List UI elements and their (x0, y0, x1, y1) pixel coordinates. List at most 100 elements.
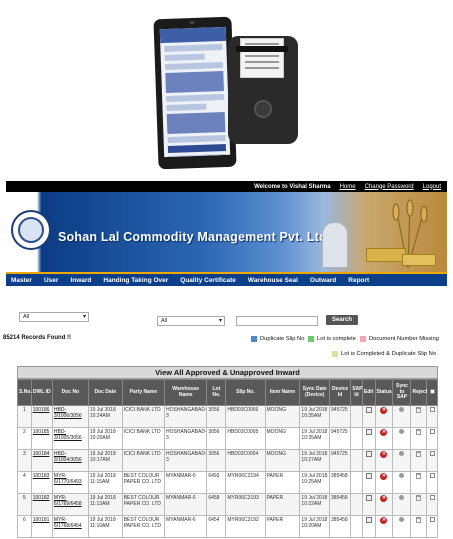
col-sno: S.No. (17, 379, 32, 406)
cell-doc-no[interactable]: HBD-3/1004/3056 (51, 449, 89, 472)
row-checkbox[interactable] (429, 451, 435, 456)
nav-outward[interactable]: Outward (310, 277, 336, 284)
nav-warehouse-seal[interactable]: Warehouse Seal (248, 277, 298, 284)
company-title: Sohan Lal Commodity Management Pvt. Ltd. (58, 230, 331, 244)
cell-edit[interactable] (361, 493, 376, 516)
cell-slip-no: HBD03C0005 (225, 427, 266, 450)
nav-report[interactable]: Report (348, 277, 369, 284)
row-checkbox[interactable] (429, 407, 435, 412)
cell-sync-sap[interactable] (392, 405, 412, 428)
cell-doc-no[interactable]: MYR-6/1770/6493 (51, 471, 89, 494)
cell-dwl-id[interactable]: 100184 (30, 449, 53, 472)
top-bar: Welcome to Vishal Sharma Home Change Pas… (6, 181, 447, 192)
cell-dwl-id[interactable]: 100181 (30, 515, 53, 538)
search-input[interactable] (236, 316, 318, 326)
cell-sync-sap[interactable] (392, 427, 412, 450)
cell-edit[interactable] (361, 449, 376, 472)
cell-sync-sap[interactable] (392, 449, 412, 472)
col-device-id: Device Id (329, 379, 352, 406)
sync-sap-icon[interactable] (399, 429, 405, 434)
home-link[interactable]: Home (340, 184, 356, 190)
cell-sync-sap[interactable] (392, 515, 412, 538)
trash-icon[interactable] (416, 517, 422, 523)
cell-dwl-id[interactable]: 100183 (30, 471, 53, 494)
cell-doc-date: 19 Jul 2018 10:17AM (87, 449, 123, 472)
nav-master[interactable]: Master (11, 277, 32, 284)
records-found-text: 85214 Records Found !! (3, 335, 72, 341)
cell-doc-no[interactable]: MYR-6/1769/6458 (51, 493, 89, 516)
nav-inward[interactable]: Inward (70, 277, 91, 284)
cell-edit[interactable] (361, 515, 376, 538)
sync-sap-icon[interactable] (399, 473, 405, 478)
cell-sno: 3 (17, 449, 32, 472)
legend-label: Lot is complete (317, 336, 356, 342)
edit-icon[interactable] (365, 473, 372, 479)
cell-warehouse-name: HOSHANGABAD-3 (164, 405, 208, 428)
cell-sync-sap[interactable] (392, 471, 412, 494)
nav-handing-taking-over[interactable]: Handing Taking Over (103, 277, 168, 284)
tablet-screen-field (164, 44, 223, 53)
cell-select[interactable] (426, 427, 438, 450)
cell-sync-sap[interactable] (392, 493, 412, 516)
cell-party-name: ICICI BANK LTD (121, 449, 166, 472)
select-all-checkbox[interactable] (429, 388, 435, 394)
search-button[interactable]: Search (326, 315, 358, 325)
row-checkbox[interactable] (429, 429, 435, 434)
change-password-link[interactable]: Change Password (365, 184, 414, 190)
cell-status: ✕ (374, 427, 394, 450)
cell-select[interactable] (426, 515, 438, 538)
cell-slip-no: HBD03C0004 (225, 449, 266, 472)
trash-icon[interactable] (416, 407, 422, 413)
nav-quality-certificate[interactable]: Quality Certificate (180, 277, 236, 284)
cell-reject[interactable] (410, 405, 428, 428)
row-checkbox[interactable] (429, 517, 435, 522)
cell-select[interactable] (426, 449, 438, 472)
row-checkbox[interactable] (429, 495, 435, 500)
col-select-all[interactable] (426, 379, 438, 406)
cell-doc-date: 19 Jul 2018 11:15AM (87, 471, 123, 494)
edit-icon[interactable] (365, 517, 372, 523)
cell-dwl-id[interactable]: 100186 (30, 405, 53, 428)
cell-edit[interactable] (361, 427, 376, 450)
cell-device-id: 945725 (329, 427, 352, 450)
trash-icon[interactable] (416, 473, 422, 479)
edit-icon[interactable] (365, 495, 372, 501)
cell-dwl-id[interactable]: 100185 (30, 427, 53, 450)
nav-user[interactable]: User (44, 277, 58, 284)
cell-doc-no[interactable]: HBD-3/1006/3056 (51, 405, 89, 428)
trash-icon[interactable] (416, 429, 422, 435)
cell-select[interactable] (426, 493, 438, 516)
row-checkbox[interactable] (429, 473, 435, 478)
sync-sap-icon[interactable] (399, 451, 405, 456)
cell-doc-date: 19 Jul 2018 10:24AM (87, 405, 123, 428)
edit-icon[interactable] (365, 429, 372, 435)
cell-reject[interactable] (410, 471, 428, 494)
cell-doc-no[interactable]: MYR-6/1768/6454 (51, 515, 89, 538)
cell-reject[interactable] (410, 449, 428, 472)
sync-sap-icon[interactable] (399, 517, 405, 522)
cell-dwl-id[interactable]: 100182 (30, 493, 53, 516)
status-rejected-icon: ✕ (380, 495, 388, 502)
filter-select-1[interactable]: All (19, 312, 89, 322)
trash-icon[interactable] (416, 495, 422, 501)
gold-bar-graphic (366, 248, 406, 262)
cell-reject[interactable] (410, 515, 428, 538)
sync-sap-icon[interactable] (399, 495, 405, 500)
cell-reject[interactable] (410, 427, 428, 450)
sync-sap-icon[interactable] (399, 407, 405, 412)
tablet-screen-field (166, 93, 225, 103)
cell-reject[interactable] (410, 493, 428, 516)
legend-duplicate-slip: Duplicate Slip No (251, 336, 304, 342)
cell-select[interactable] (426, 405, 438, 428)
trash-icon[interactable] (416, 451, 422, 457)
cell-edit[interactable] (361, 471, 376, 494)
cell-doc-date: 19 Jul 2018 11:10AM (87, 515, 123, 538)
edit-icon[interactable] (365, 407, 372, 413)
cell-device-id: 945725 (329, 405, 352, 428)
logout-link[interactable]: Logout (423, 184, 441, 190)
cell-doc-no[interactable]: HBD-3/1005/3056 (51, 427, 89, 450)
cell-edit[interactable] (361, 405, 376, 428)
filter-select-2[interactable]: All (157, 316, 225, 326)
cell-select[interactable] (426, 471, 438, 494)
edit-icon[interactable] (365, 451, 372, 457)
